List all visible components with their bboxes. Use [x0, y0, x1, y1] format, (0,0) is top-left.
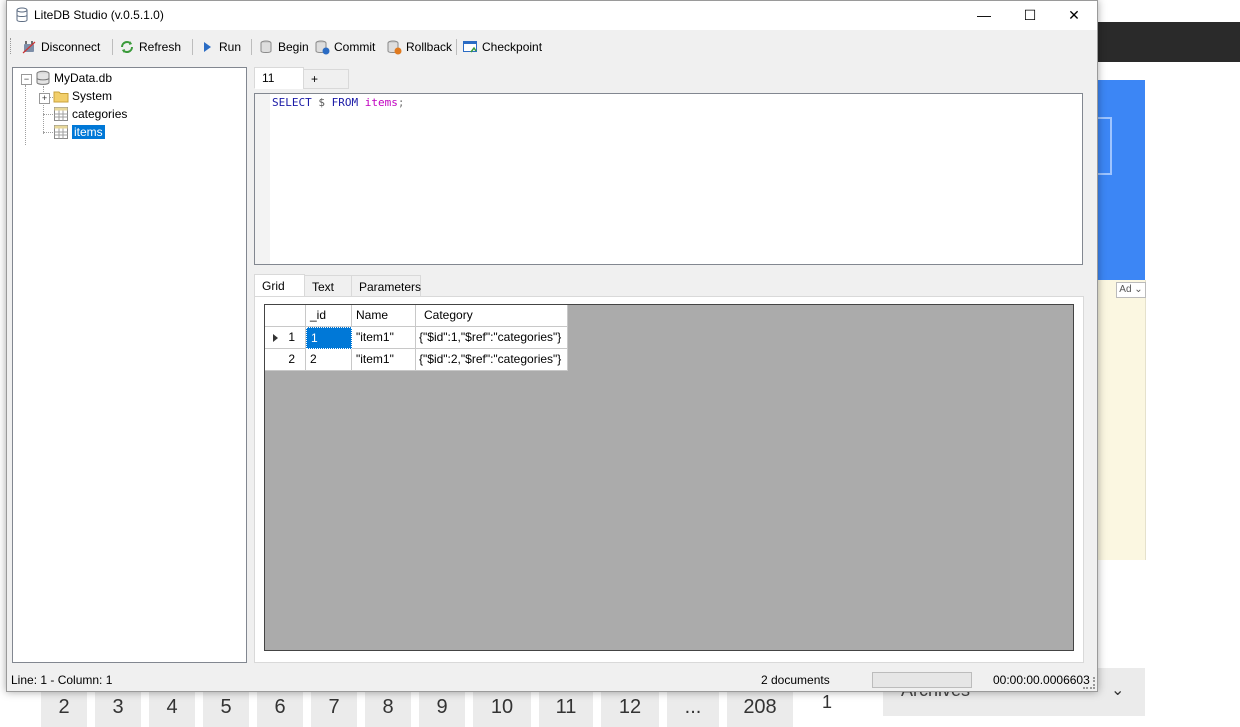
chevron-down-icon: ⌄ — [1131, 284, 1143, 295]
page-link[interactable]: 8 — [365, 690, 411, 727]
column-header[interactable]: Category — [416, 305, 568, 327]
toolbar-separator — [192, 39, 193, 55]
pagination: 2 3 4 5 6 7 8 9 10 11 12 ... 208 1 — [0, 690, 1240, 727]
checkpoint-icon — [463, 41, 477, 53]
tree-line — [43, 114, 53, 115]
page-link[interactable]: 6 — [257, 690, 303, 727]
editor-gutter — [255, 94, 270, 264]
play-icon — [204, 42, 211, 52]
tab-text[interactable]: Text — [304, 275, 352, 297]
close-button[interactable]: ✕ — [1051, 1, 1097, 30]
column-header[interactable]: _id — [306, 305, 352, 327]
background-dark-band — [1096, 22, 1240, 62]
maximize-button[interactable]: ☐ — [1007, 1, 1053, 30]
tab-grid[interactable]: Grid — [254, 274, 305, 297]
tree-node-collection[interactable]: categories — [53, 106, 127, 122]
refresh-icon — [121, 41, 133, 53]
tree-node-system[interactable]: System — [53, 88, 112, 104]
folder-icon — [53, 91, 69, 103]
commit-icon — [315, 40, 330, 55]
collapse-toggle[interactable]: − — [21, 74, 32, 85]
row-header[interactable]: 2 — [265, 349, 306, 371]
ad-badge[interactable]: Ad ⌄ — [1116, 282, 1146, 298]
page-current: 1 — [801, 690, 853, 727]
disconnect-button[interactable]: Disconnect — [21, 38, 100, 56]
grid-cell[interactable]: {"$id":2,"$ref":"categories"} — [416, 349, 568, 371]
current-row-arrow-icon — [273, 334, 278, 342]
row-header[interactable]: 1 — [265, 327, 306, 349]
begin-button[interactable]: Begin — [258, 38, 309, 56]
tab-add[interactable]: + — [303, 69, 349, 89]
result-grid[interactable]: _id Name Category 1 1 "item1" {"$id":1,"… — [264, 304, 1074, 651]
result-panel: _id Name Category 1 1 "item1" {"$id":1,"… — [254, 296, 1084, 663]
tab-query-11[interactable]: 11 — [254, 67, 304, 89]
page-link[interactable]: 9 — [419, 690, 465, 727]
query-tabs: 11 + — [254, 67, 349, 89]
database-icon — [16, 7, 28, 22]
background-ad-panel — [1097, 280, 1146, 560]
sql-editor[interactable]: SELECT $ FROM items; — [254, 93, 1083, 265]
title-bar[interactable]: LiteDB Studio (v.0.5.1.0) — ☐ ✕ — [7, 1, 1097, 30]
page-ellipsis: ... — [667, 690, 719, 727]
minimize-button[interactable]: — — [961, 1, 1007, 30]
refresh-button[interactable]: Refresh — [119, 38, 181, 56]
database-tree[interactable]: − MyData.db + System categories items — [12, 67, 247, 663]
grid-cell[interactable]: "item1" — [352, 349, 416, 371]
cursor-position: Line: 1 - Column: 1 — [11, 673, 113, 687]
litedb-studio-window: LiteDB Studio (v.0.5.1.0) — ☐ ✕ Disconne… — [6, 0, 1098, 692]
column-header[interactable]: Name — [352, 305, 416, 327]
disconnect-icon — [22, 41, 36, 54]
sql-code: SELECT $ FROM items; — [272, 96, 405, 109]
grid-cell[interactable]: {"$id":1,"$ref":"categories"} — [416, 327, 568, 349]
status-bar: Line: 1 - Column: 1 2 documents 00:00:00… — [7, 669, 1097, 691]
window-title: LiteDB Studio (v.0.5.1.0) — [34, 8, 164, 22]
rollback-icon — [387, 40, 402, 55]
rollback-button[interactable]: Rollback — [386, 38, 452, 56]
resize-grip[interactable] — [1083, 677, 1095, 689]
progress-bar — [872, 672, 972, 688]
background-blue-panel — [1097, 80, 1145, 280]
grid-cell-selected[interactable]: 1 — [306, 327, 352, 349]
page-link[interactable]: 7 — [311, 690, 357, 727]
expand-toggle[interactable]: + — [39, 93, 50, 104]
toolbar-separator — [112, 39, 113, 55]
toolbar: Disconnect Refresh Run Begin Commit Roll… — [7, 31, 1097, 61]
run-button[interactable]: Run — [199, 38, 241, 56]
document-count: 2 documents — [761, 673, 830, 687]
tab-parameters[interactable]: Parameters — [351, 275, 421, 297]
tree-line — [25, 85, 26, 145]
grid-cell[interactable]: 2 — [306, 349, 352, 371]
begin-transaction-icon — [260, 40, 272, 53]
table-icon — [54, 125, 68, 139]
database-icon — [36, 70, 50, 85]
grid-corner-header[interactable] — [265, 305, 306, 327]
table-icon — [54, 107, 68, 121]
toolbar-grip[interactable] — [10, 38, 14, 54]
grid-cell[interactable]: "item1" — [352, 327, 416, 349]
page-link[interactable]: 12 — [601, 690, 659, 727]
page-link[interactable]: 4 — [149, 690, 195, 727]
checkpoint-button[interactable]: Checkpoint — [462, 38, 542, 56]
commit-button[interactable]: Commit — [314, 38, 375, 56]
toolbar-separator — [251, 39, 252, 55]
elapsed-time: 00:00:00.0006603 — [993, 673, 1090, 687]
result-tabs: Grid Text Parameters — [254, 274, 474, 297]
page-link[interactable]: 208 — [727, 690, 793, 727]
page-link[interactable]: 3 — [95, 690, 141, 727]
page-link[interactable]: 2 — [41, 690, 87, 727]
tree-node-database[interactable]: MyData.db — [35, 70, 112, 86]
tree-line — [43, 132, 53, 133]
page-link[interactable]: 5 — [203, 690, 249, 727]
toolbar-separator — [456, 39, 457, 55]
page-link[interactable]: 10 — [473, 690, 531, 727]
page-link[interactable]: 11 — [539, 690, 593, 727]
tree-node-collection-selected[interactable]: items — [53, 124, 105, 140]
